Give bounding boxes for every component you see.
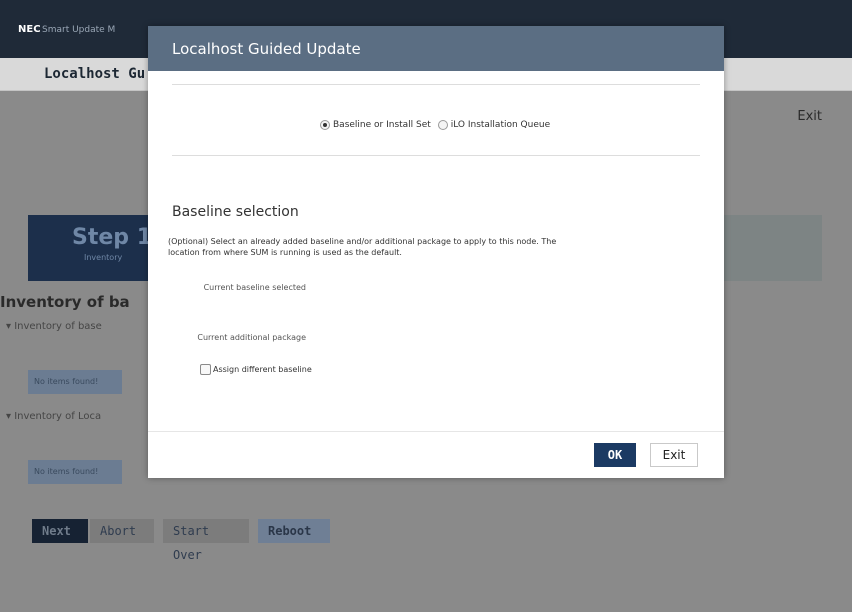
page-title: Localhost Gu (44, 66, 146, 82)
section-title: Baseline selection (172, 204, 299, 220)
dialog-header: Localhost Guided Update (148, 26, 724, 71)
current-package-label: Current additional package (197, 333, 306, 342)
exit-link[interactable]: Exit (797, 109, 822, 124)
ilo-queue-radio-label[interactable]: iLO Installation Queue (451, 120, 550, 130)
ok-button[interactable]: OK (594, 443, 636, 467)
baseline-radio[interactable] (320, 120, 330, 130)
footer-divider (148, 431, 724, 432)
start-over-button[interactable]: Start Over (163, 519, 249, 562)
ilo-queue-radio[interactable] (437, 120, 448, 130)
baseline-radio-label[interactable]: Baseline or Install Set (333, 120, 431, 130)
next-button[interactable]: Next (32, 519, 88, 543)
dialog-title: Localhost Guided Update (172, 40, 361, 58)
assign-baseline-label[interactable]: Assign different baseline (213, 365, 312, 374)
reboot-button[interactable]: Reboot (258, 519, 330, 543)
step-number: Step 1 (72, 225, 152, 250)
section-description: (Optional) Select an already added basel… (168, 237, 557, 257)
app-title: Smart Update M (42, 25, 116, 35)
step-indicator: Step 1 Inventory (28, 215, 168, 281)
no-items-badge: No items found! (28, 460, 122, 484)
divider (172, 84, 700, 85)
brand-logo: NEC (18, 24, 41, 35)
inventory-baseline-toggle[interactable]: ▾ Inventory of base (6, 321, 102, 332)
abort-button[interactable]: Abort (90, 519, 154, 543)
assign-baseline-checkbox[interactable] (200, 364, 211, 375)
assign-baseline-row[interactable]: Assign different baseline (200, 364, 312, 375)
exit-button[interactable]: Exit (650, 443, 698, 467)
divider (172, 155, 700, 156)
source-radio-group: Baseline or Install Set iLO Installation… (320, 120, 554, 131)
inventory-heading: Inventory of ba (0, 293, 130, 311)
guided-update-dialog: Localhost Guided Update Baseline or Inst… (148, 26, 724, 478)
step-subtitle: Inventory (84, 253, 123, 262)
no-items-badge: No items found! (28, 370, 122, 394)
inventory-localhost-toggle[interactable]: ▾ Inventory of Loca (6, 411, 101, 422)
current-baseline-label: Current baseline selected (203, 283, 306, 292)
